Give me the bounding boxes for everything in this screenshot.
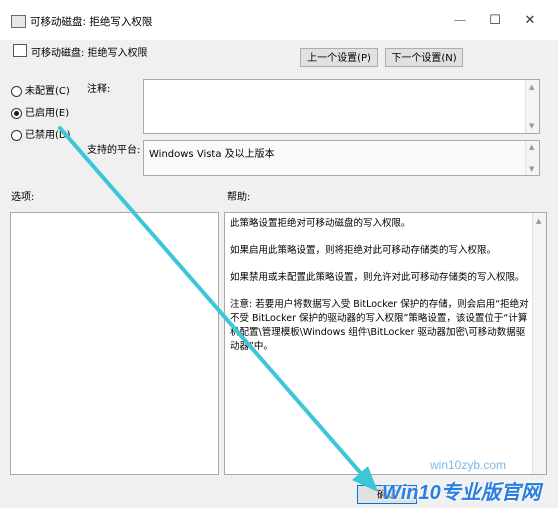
- annotation-arrow: [58, 126, 378, 492]
- arrow-line: [58, 126, 367, 480]
- watermark-url: win10zyb.com: [430, 458, 507, 472]
- watermark-brand: Win10专业版官网: [382, 482, 541, 504]
